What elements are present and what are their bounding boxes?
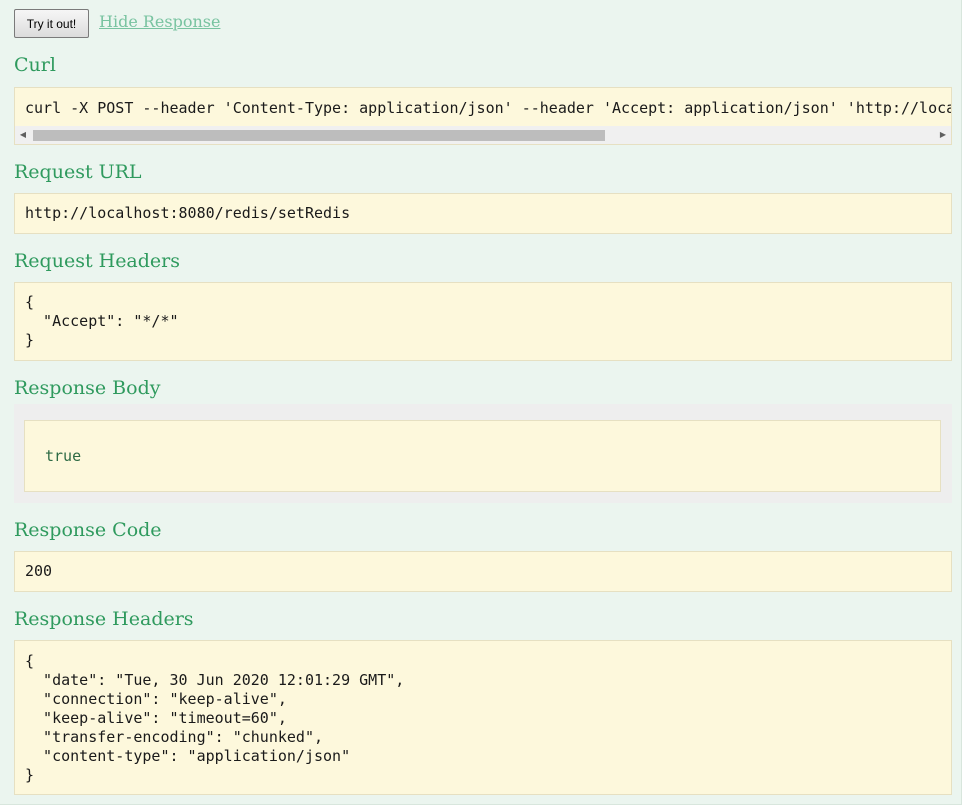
response-body-container: true <box>14 404 952 503</box>
request-url-text: http://localhost:8080/redis/setRedis <box>25 204 351 222</box>
request-url-heading: Request URL <box>14 161 142 183</box>
response-body-box: true <box>24 420 941 492</box>
response-headers-heading: Response Headers <box>14 608 194 630</box>
curl-command-box[interactable]: curl -X POST --header 'Content-Type: app… <box>14 87 952 145</box>
try-it-out-button[interactable]: Try it out! <box>14 9 89 38</box>
request-headers-text: { "Accept": "*/*" } <box>25 293 179 349</box>
response-code-box: 200 <box>14 551 952 592</box>
request-headers-heading: Request Headers <box>14 250 180 272</box>
scrollbar-thumb[interactable] <box>33 130 605 141</box>
scroll-left-icon[interactable]: ◀ <box>15 126 31 144</box>
response-code-heading: Response Code <box>14 519 162 541</box>
horizontal-scrollbar[interactable]: ◀ ▶ <box>15 126 951 144</box>
curl-heading: Curl <box>14 54 56 76</box>
response-body-heading: Response Body <box>14 377 161 399</box>
request-url-box: http://localhost:8080/redis/setRedis <box>14 193 952 234</box>
hide-response-link[interactable]: Hide Response <box>99 12 220 31</box>
request-headers-box: { "Accept": "*/*" } <box>14 282 952 361</box>
response-headers-text: { "date": "Tue, 30 Jun 2020 12:01:29 GMT… <box>25 652 405 784</box>
response-body-text: true <box>45 447 82 465</box>
curl-command-text: curl -X POST --header 'Content-Type: app… <box>25 99 951 117</box>
response-headers-box: { "date": "Tue, 30 Jun 2020 12:01:29 GMT… <box>14 640 952 795</box>
response-code-text: 200 <box>25 562 53 580</box>
scroll-right-icon[interactable]: ▶ <box>935 126 951 144</box>
response-panel: Try it out! Hide Response Curl curl -X P… <box>0 0 962 805</box>
